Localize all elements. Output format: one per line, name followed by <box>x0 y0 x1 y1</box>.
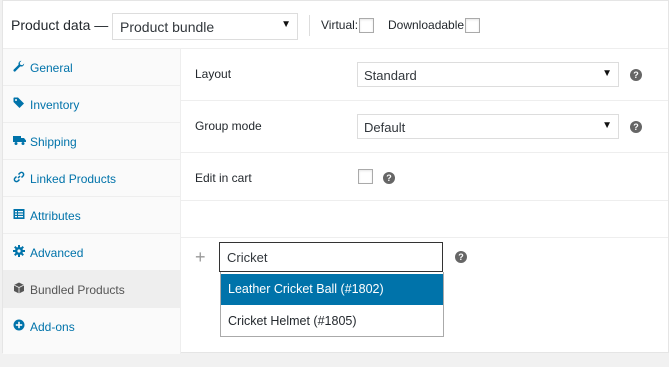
virtual-label: Virtual: <box>321 18 359 32</box>
product-data-panel: Product data — Product bundle ▼ Virtual:… <box>2 0 669 354</box>
search-result-item[interactable]: Cricket Helmet (#1805) <box>221 306 443 337</box>
wrench-icon <box>12 60 26 74</box>
gear-icon <box>12 245 26 259</box>
spacer-row <box>181 201 668 238</box>
layout-value: Standard <box>364 68 417 83</box>
tab-add-ons[interactable]: Add-ons <box>3 308 181 345</box>
help-icon[interactable]: ? <box>383 172 395 184</box>
tab-inventory[interactable]: Inventory <box>3 86 181 123</box>
layout-select[interactable]: Standard ▼ <box>357 62 619 87</box>
tab-advanced-label: Advanced <box>30 246 84 260</box>
plus-circle-icon <box>12 319 26 333</box>
search-result-item[interactable]: Leather Cricket Ball (#1802) <box>221 274 443 305</box>
product-data-header: Product data — Product bundle ▼ Virtual:… <box>3 1 668 49</box>
edit-in-cart-row: Edit in cart ? <box>181 153 668 201</box>
list-icon <box>12 208 26 222</box>
tab-general-label: General <box>30 61 73 75</box>
chevron-down-icon: ▼ <box>281 19 291 30</box>
tab-bundled-products-label: Bundled Products <box>30 283 125 297</box>
tab-add-ons-label: Add-ons <box>30 320 75 334</box>
layout-label: Layout <box>195 67 232 81</box>
cube-icon <box>12 282 26 296</box>
tab-shipping[interactable]: Shipping <box>3 123 181 160</box>
tab-attributes[interactable]: Attributes <box>3 197 181 234</box>
tab-inventory-label: Inventory <box>30 98 80 112</box>
help-icon[interactable]: ? <box>630 69 642 81</box>
tab-linked-products-label: Linked Products <box>30 172 117 186</box>
product-data-tabs: General Inventory Shipping Linked Produc… <box>3 49 181 354</box>
chevron-down-icon: ▼ <box>602 68 612 79</box>
product-search-input[interactable] <box>219 242 443 272</box>
product-data-title: Product data — <box>11 17 109 33</box>
edit-in-cart-checkbox[interactable] <box>358 169 373 184</box>
tab-advanced[interactable]: Advanced <box>3 234 181 271</box>
group-mode-value: Default <box>364 120 406 135</box>
product-type-value: Product bundle <box>120 19 215 35</box>
downloadable-label: Downloadable: <box>388 18 468 32</box>
header-divider <box>309 15 310 36</box>
edit-in-cart-label: Edit in cart <box>195 171 252 185</box>
add-product-search: + ? Leather Cricket Ball (#1802) Cricket… <box>181 239 668 337</box>
group-mode-label: Group mode <box>195 119 262 133</box>
help-icon[interactable]: ? <box>455 251 467 263</box>
group-mode-select[interactable]: Default ▼ <box>357 114 619 139</box>
product-type-select[interactable]: Product bundle ▼ <box>112 13 298 40</box>
help-icon[interactable]: ? <box>630 121 642 133</box>
tab-attributes-label: Attributes <box>30 209 81 223</box>
tab-shipping-label: Shipping <box>30 135 77 149</box>
tab-bundled-products[interactable]: Bundled Products <box>3 271 181 308</box>
downloadable-checkbox[interactable] <box>465 18 480 33</box>
tab-general[interactable]: General <box>3 49 181 86</box>
bundled-products-panel: Layout Standard ▼ ? Group mode Default ▼… <box>181 49 668 354</box>
group-mode-row: Group mode Default ▼ ? <box>181 101 668 153</box>
truck-icon <box>12 134 26 148</box>
layout-row: Layout Standard ▼ ? <box>181 49 668 101</box>
link-icon <box>12 171 26 185</box>
plus-icon: + <box>195 247 206 267</box>
tab-linked-products[interactable]: Linked Products <box>3 160 181 197</box>
virtual-checkbox[interactable] <box>359 18 374 33</box>
chevron-down-icon: ▼ <box>602 120 612 131</box>
tag-icon <box>12 97 26 111</box>
search-results-dropdown: Leather Cricket Ball (#1802) Cricket Hel… <box>220 272 444 337</box>
